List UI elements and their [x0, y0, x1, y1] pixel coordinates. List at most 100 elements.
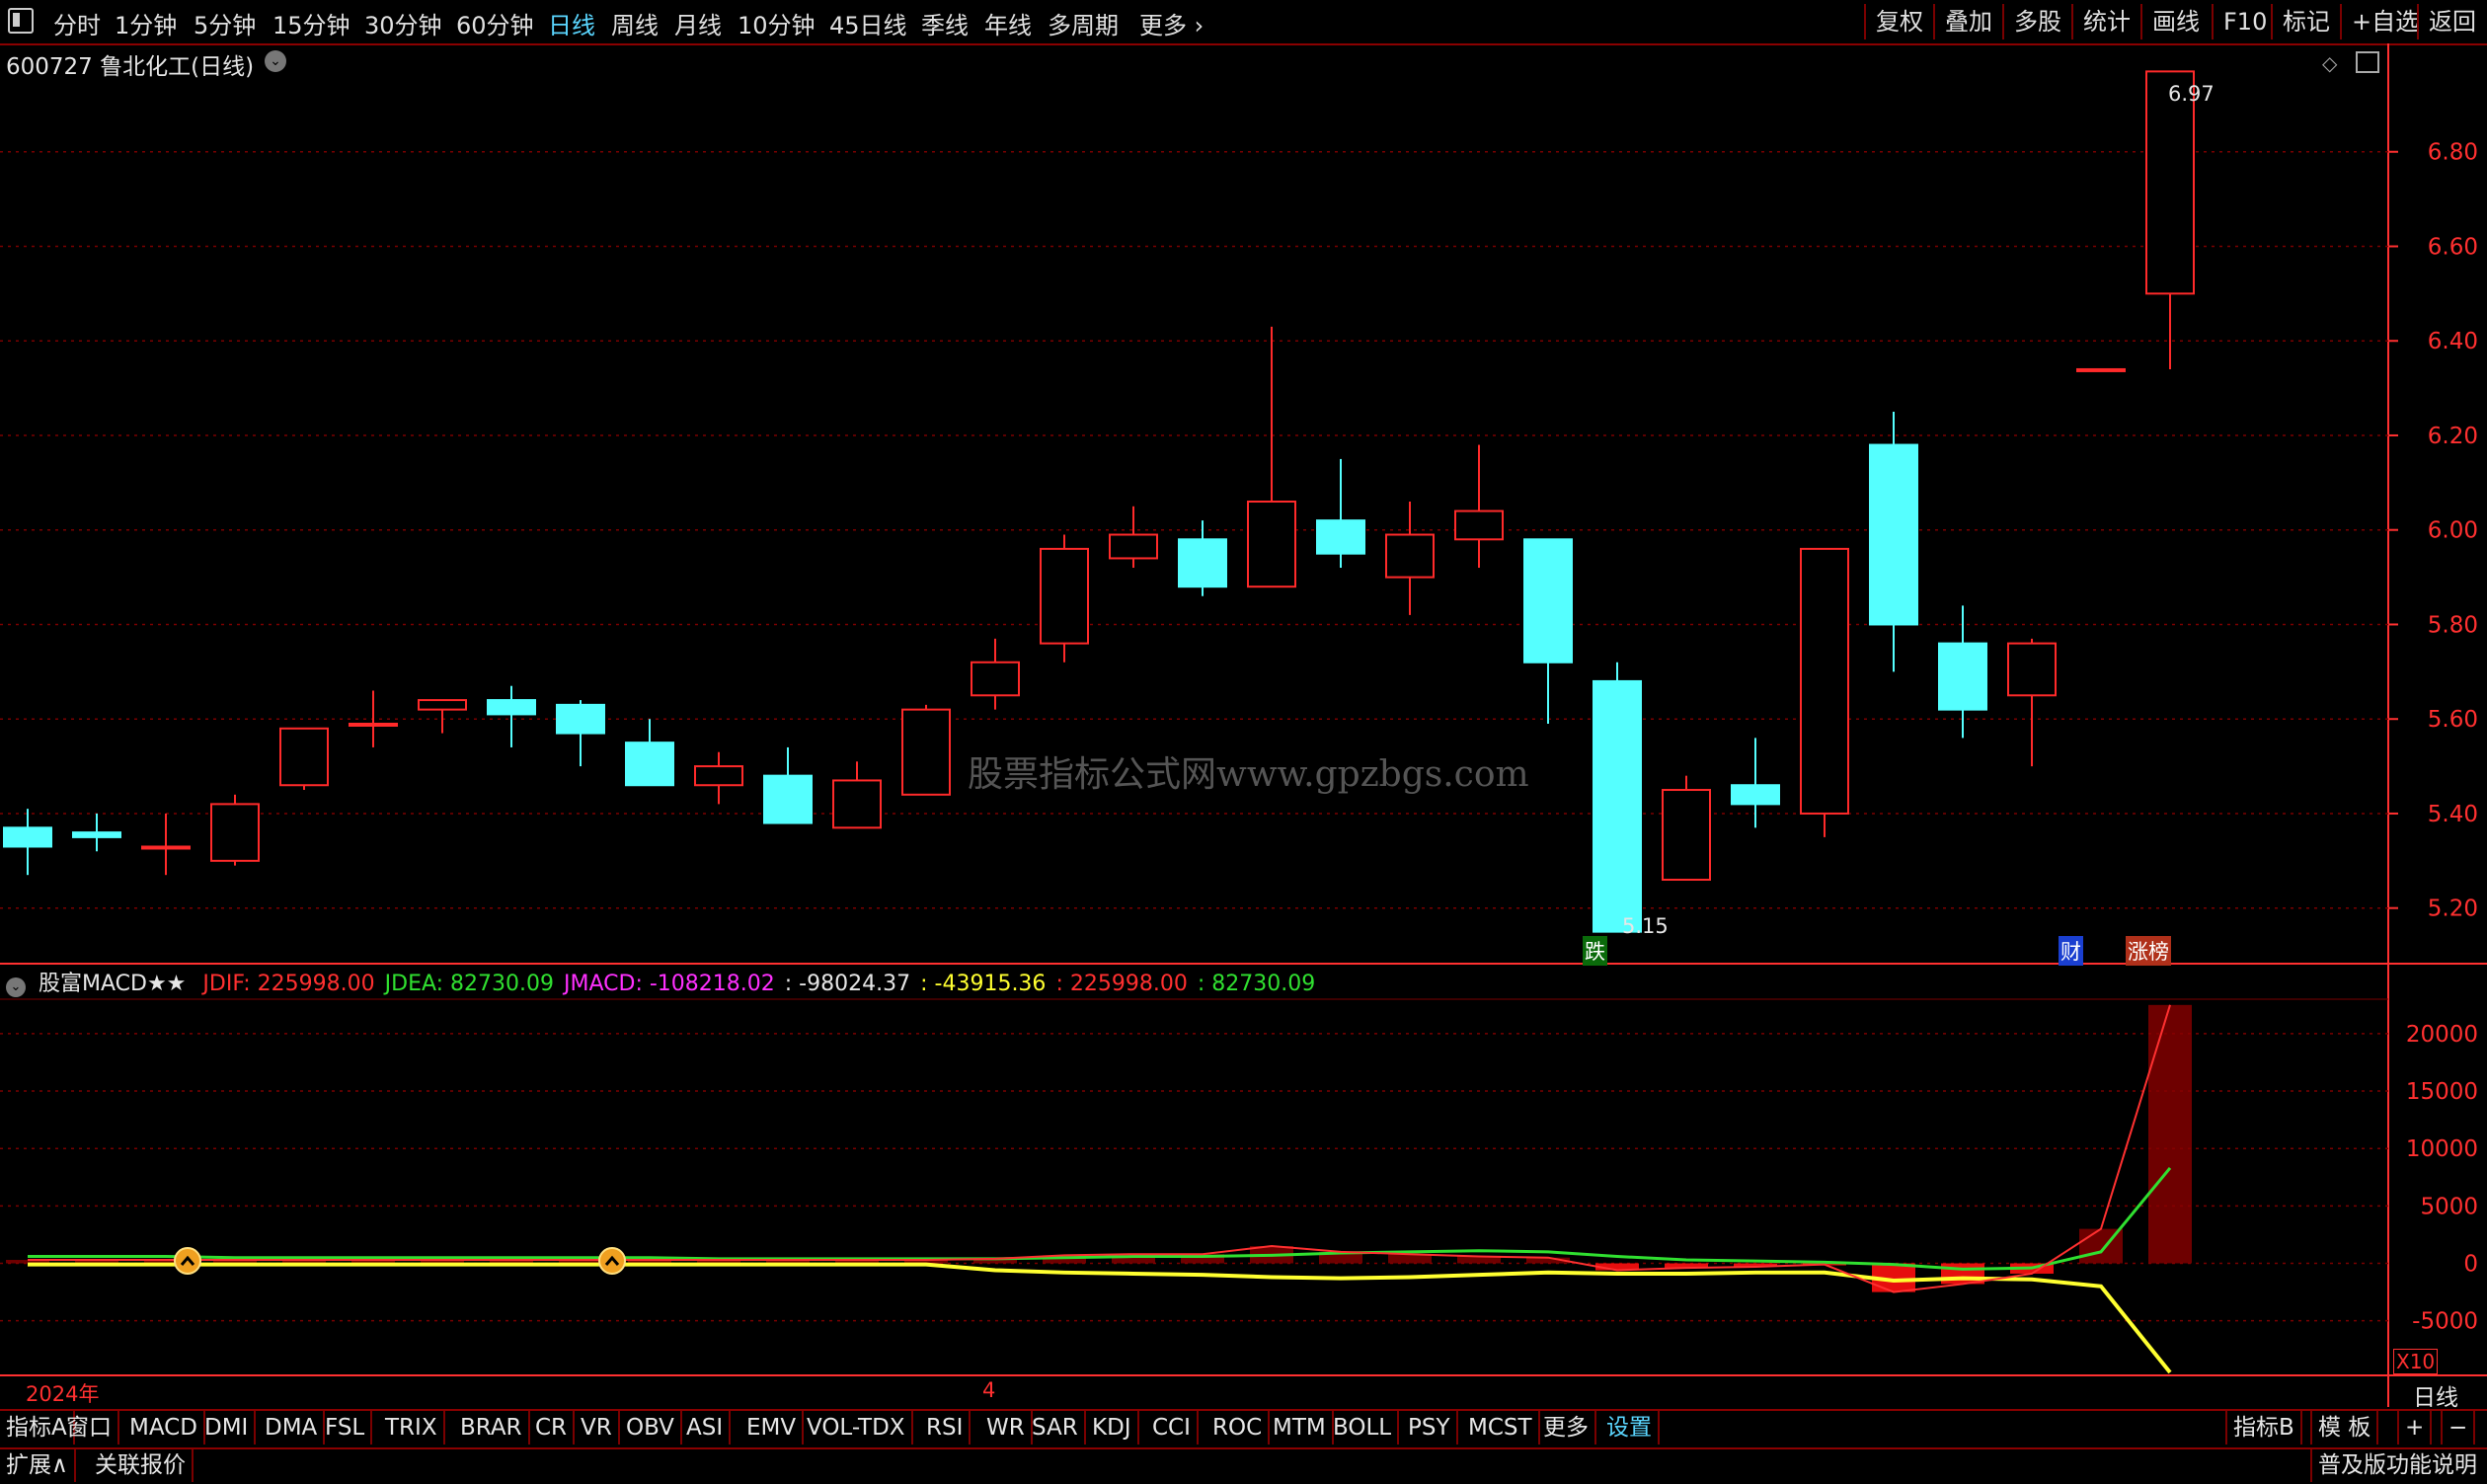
- period-0[interactable]: 分时: [53, 6, 101, 40]
- candle[interactable]: [625, 719, 674, 787]
- period-14[interactable]: 更多 ›: [1139, 6, 1204, 40]
- indicator-tab-9[interactable]: VR: [575, 1411, 620, 1445]
- indicator-tab-25[interactable]: 设置: [1600, 1411, 1660, 1445]
- candle[interactable]: [1178, 520, 1227, 596]
- candle[interactable]: [2007, 638, 2057, 767]
- candle[interactable]: [1454, 444, 1504, 569]
- indicator-tab-right-0[interactable]: 指标B: [2225, 1411, 2302, 1445]
- indicator-tab-18[interactable]: CCI: [1146, 1411, 1199, 1445]
- indicator-tab-3[interactable]: DMI: [198, 1411, 257, 1445]
- indicator-tab-2[interactable]: MACD: [123, 1411, 205, 1445]
- indicator-dropdown-icon[interactable]: ⌄: [6, 977, 26, 997]
- period-3[interactable]: 15分钟: [272, 6, 350, 40]
- candle[interactable]: [1109, 506, 1158, 569]
- period-11[interactable]: 季线: [921, 6, 969, 40]
- indicator-tab-16[interactable]: SAR: [1026, 1411, 1086, 1445]
- toolbar-button-3[interactable]: 统计: [2071, 4, 2140, 39]
- indicator-tab-19[interactable]: ROC: [1206, 1411, 1271, 1445]
- indicator-tab-13[interactable]: VOL-TDX: [801, 1411, 913, 1445]
- candle[interactable]: [832, 761, 882, 829]
- candle[interactable]: [1662, 775, 1711, 881]
- indicator-tab-15[interactable]: WR: [980, 1411, 1033, 1445]
- indicator-tab-22[interactable]: PSY: [1402, 1411, 1458, 1445]
- candle[interactable]: [1523, 538, 1573, 724]
- period-5[interactable]: 60分钟: [456, 6, 534, 40]
- candle[interactable]: [141, 813, 191, 876]
- indicator-tab-14[interactable]: RSI: [920, 1411, 971, 1445]
- indicator-tab-10[interactable]: OBV: [620, 1411, 682, 1445]
- period-10[interactable]: 45日线: [829, 6, 907, 40]
- toolbar-button-5[interactable]: F10: [2212, 4, 2277, 39]
- candle[interactable]: [971, 638, 1020, 710]
- period-13[interactable]: 多周期: [1048, 6, 1119, 40]
- candle[interactable]: [694, 751, 743, 805]
- toolbar-button-0[interactable]: 复权: [1864, 4, 1933, 39]
- candle[interactable]: [2145, 70, 2195, 369]
- indicator-tab-6[interactable]: TRIX: [379, 1411, 445, 1445]
- period-9[interactable]: 10分钟: [738, 6, 816, 40]
- indicator-tab-8[interactable]: CR: [529, 1411, 576, 1445]
- candle[interactable]: [210, 794, 260, 866]
- candle[interactable]: [1938, 605, 1987, 739]
- buy-signal-icon[interactable]: [174, 1247, 201, 1275]
- candle[interactable]: [901, 704, 951, 796]
- candle[interactable]: [556, 700, 605, 767]
- candle[interactable]: [763, 746, 813, 824]
- candle[interactable]: [1385, 502, 1435, 615]
- indicator-tab-right-3[interactable]: −: [2441, 1411, 2476, 1445]
- toolbar-button-8[interactable]: 返回: [2417, 4, 2486, 39]
- candle[interactable]: [3, 809, 52, 876]
- title-dropdown-icon[interactable]: ⌄: [265, 50, 286, 72]
- indicator-tab-1[interactable]: 窗口: [60, 1411, 119, 1445]
- candle[interactable]: [418, 699, 467, 734]
- candle[interactable]: [2076, 367, 2126, 372]
- candle[interactable]: [487, 685, 536, 747]
- buy-signal-icon[interactable]: [598, 1247, 626, 1275]
- window-menu-icon[interactable]: [8, 8, 34, 34]
- period-6[interactable]: 日线: [548, 6, 595, 40]
- indicator-tab-17[interactable]: KDJ: [1086, 1411, 1139, 1445]
- candle[interactable]: [1247, 326, 1296, 588]
- toolbar-button-4[interactable]: 画线: [2140, 4, 2210, 39]
- indicator-tab-right-2[interactable]: +: [2397, 1411, 2433, 1445]
- toolbar-button-6[interactable]: 标记: [2271, 4, 2340, 39]
- indicator-name[interactable]: 股富MACD★★: [39, 972, 186, 996]
- panel-toggle-icon[interactable]: [2356, 51, 2379, 73]
- diamond-icon[interactable]: ◇: [2322, 51, 2337, 75]
- indicator-tab-5[interactable]: FSL: [319, 1411, 373, 1445]
- bottom-tab-0[interactable]: 扩展∧: [0, 1449, 76, 1482]
- bottom-tab-1[interactable]: 关联报价: [89, 1449, 194, 1482]
- period-12[interactable]: 年线: [984, 6, 1032, 40]
- period-1[interactable]: 1分钟: [115, 6, 177, 40]
- indicator-tab-11[interactable]: ASI: [680, 1411, 732, 1445]
- indicator-tab-7[interactable]: BRAR: [454, 1411, 530, 1445]
- indicator-tab-24[interactable]: 更多: [1537, 1411, 1596, 1445]
- period-7[interactable]: 周线: [611, 6, 659, 40]
- indicator-tab-right-1[interactable]: 模 板: [2310, 1411, 2379, 1445]
- toolbar-button-1[interactable]: 叠加: [1933, 4, 2002, 39]
- candle[interactable]: [1800, 547, 1849, 837]
- candle[interactable]: [279, 727, 329, 791]
- finance-badge[interactable]: 财: [2059, 936, 2083, 966]
- help-link[interactable]: 普及版功能说明: [2310, 1449, 2483, 1482]
- price-chart[interactable]: 6.80 6.60 6.40 6.20 6.00 5.80 5.60 5.40 5.20 200…: [0, 0, 2487, 1482]
- indicator-tab-4[interactable]: DMA: [259, 1411, 326, 1445]
- indicator-tab-21[interactable]: BOLL: [1327, 1411, 1400, 1445]
- candle[interactable]: [1869, 412, 1918, 672]
- toolbar-button-2[interactable]: 多股: [2002, 4, 2071, 39]
- candle[interactable]: [1593, 662, 1642, 933]
- candle[interactable]: [72, 813, 121, 852]
- period-2[interactable]: 5分钟: [194, 6, 256, 40]
- period-8[interactable]: 月线: [674, 6, 722, 40]
- candle[interactable]: [1040, 534, 1089, 663]
- limit-up-badge[interactable]: 涨榜: [2126, 936, 2171, 966]
- candle[interactable]: [1731, 738, 1780, 828]
- indicator-tab-20[interactable]: MTM: [1267, 1411, 1334, 1445]
- indicator-tab-12[interactable]: EMV: [740, 1411, 805, 1445]
- indicator-tab-23[interactable]: MCST: [1462, 1411, 1540, 1445]
- period-4[interactable]: 30分钟: [364, 6, 442, 40]
- fall-badge[interactable]: 跌: [1583, 936, 1607, 966]
- candle[interactable]: [349, 690, 398, 747]
- candle[interactable]: [1316, 458, 1365, 569]
- toolbar-button-7[interactable]: +自选: [2340, 4, 2429, 39]
